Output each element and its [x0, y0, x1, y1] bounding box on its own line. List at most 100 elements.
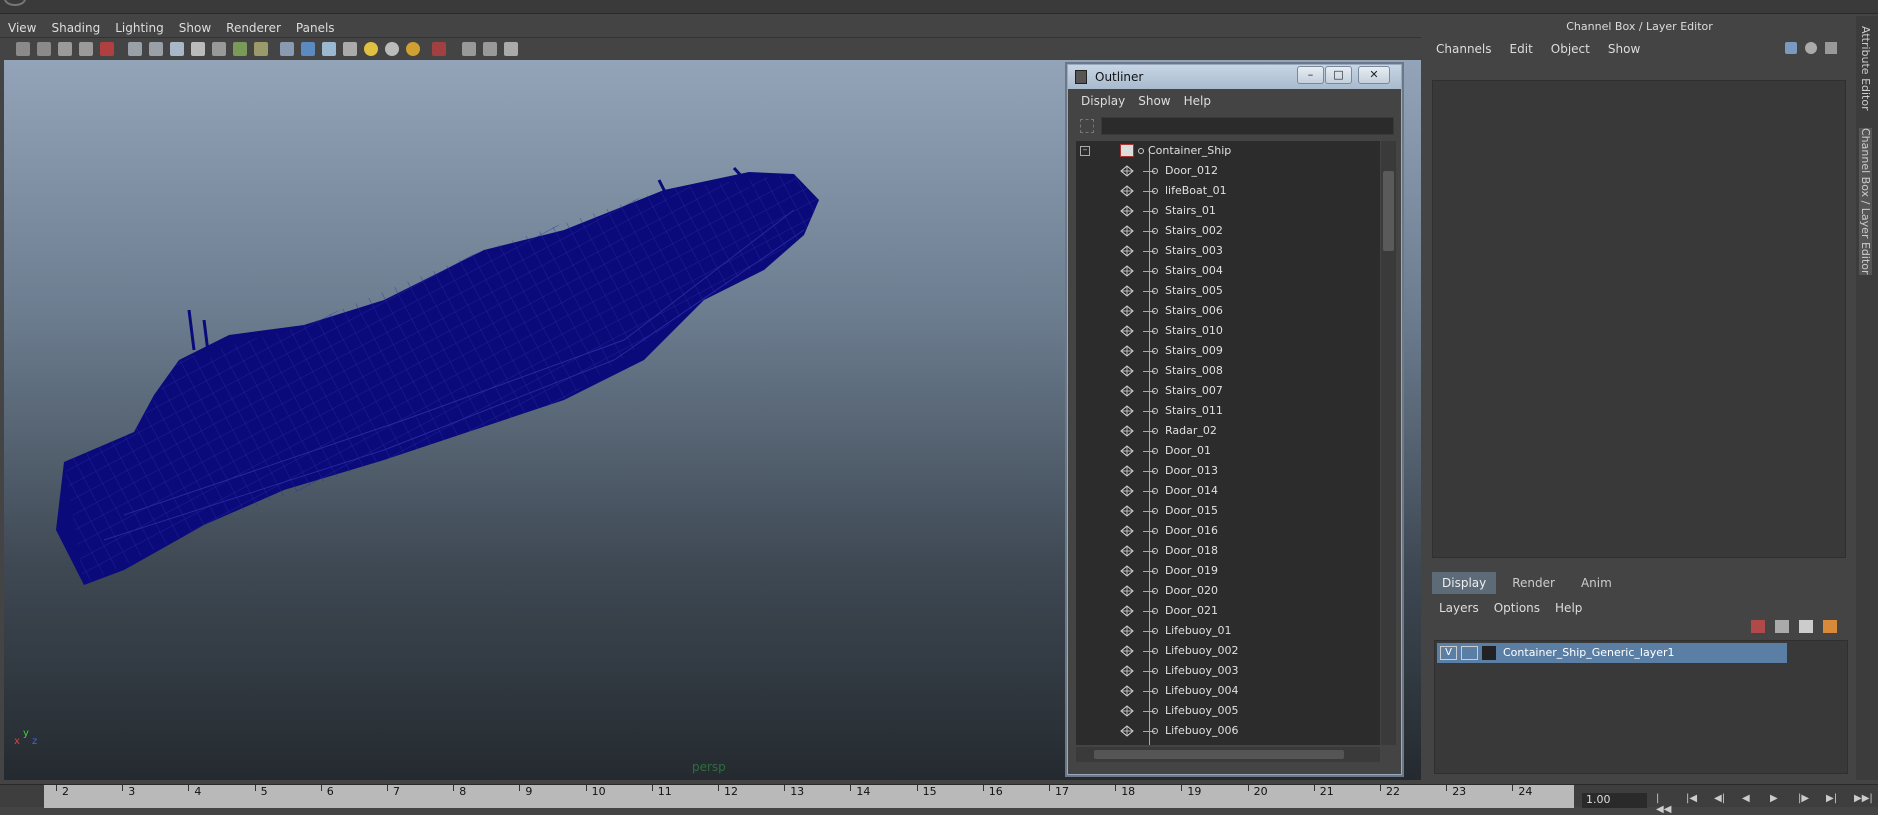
tree-row[interactable]: Lifebuoy_004 — [1076, 681, 1376, 701]
share-icon[interactable] — [504, 42, 518, 56]
cb-menu-edit[interactable]: Edit — [1500, 36, 1541, 56]
tab-render[interactable]: Render — [1502, 572, 1565, 594]
tree-row[interactable]: Door_020 — [1076, 581, 1376, 601]
textured-icon[interactable] — [343, 42, 357, 56]
scroll-thumb[interactable] — [1094, 750, 1344, 759]
resolution-gate-icon[interactable] — [170, 42, 184, 56]
tree-row[interactable]: Stairs_002 — [1076, 221, 1376, 241]
new-layer-selected-icon[interactable] — [1823, 620, 1837, 633]
hyper-icon[interactable] — [1825, 42, 1837, 54]
go-to-end-icon[interactable]: ▶▶| — [1854, 793, 1873, 808]
cb-menu-channels[interactable]: Channels — [1426, 36, 1500, 56]
manipulator-icon[interactable] — [1785, 42, 1797, 54]
image-plane-icon[interactable] — [79, 42, 93, 56]
camera-select-icon[interactable] — [16, 42, 30, 56]
collapse-icon[interactable]: – — [1080, 146, 1090, 156]
current-frame-field[interactable]: 1.00 — [1582, 793, 1647, 808]
filter-icon[interactable] — [1080, 119, 1094, 133]
layer-row[interactable]: V Container_Ship_Generic_layer1 — [1437, 643, 1787, 663]
ambient-occlusion-icon[interactable] — [406, 42, 420, 56]
tree-row[interactable]: Stairs_008 — [1076, 361, 1376, 381]
tree-row[interactable]: Lifebuoy_002 — [1076, 641, 1376, 661]
tree-row[interactable]: Lifebuoy_006 — [1076, 721, 1376, 741]
smooth-shade-icon[interactable] — [301, 42, 315, 56]
channel-list-area[interactable] — [1432, 80, 1846, 558]
move-layer-up-icon[interactable] — [1751, 620, 1765, 633]
tab-attribute-editor[interactable]: Attribute Editor — [1859, 26, 1872, 111]
tree-row[interactable]: Door_021 — [1076, 601, 1376, 621]
wireframe-icon[interactable] — [280, 42, 294, 56]
tree-row[interactable]: Stairs_009 — [1076, 341, 1376, 361]
menu-lighting[interactable]: Lighting — [107, 16, 171, 35]
tree-row[interactable]: Lifebuoy_005 — [1076, 701, 1376, 721]
tree-row[interactable]: Stairs_01 — [1076, 201, 1376, 221]
tree-row[interactable]: Stairs_003 — [1076, 241, 1376, 261]
isolate-select-icon[interactable] — [462, 42, 476, 56]
go-to-start-icon[interactable]: |◀◀ — [1656, 793, 1672, 815]
grease-pencil-icon[interactable] — [100, 42, 114, 56]
film-gate-icon[interactable] — [149, 42, 163, 56]
step-forward-key-icon[interactable]: ▶| — [1826, 793, 1842, 808]
tree-row[interactable]: Radar_02 — [1076, 421, 1376, 441]
grid-icon[interactable] — [128, 42, 142, 56]
cb-menu-show[interactable]: Show — [1598, 36, 1648, 56]
layer-visibility-toggle[interactable]: V — [1440, 646, 1457, 660]
safe-action-icon[interactable] — [233, 42, 247, 56]
tab-anim[interactable]: Anim — [1571, 572, 1622, 594]
layer-display-type-toggle[interactable] — [1461, 646, 1478, 660]
menu-panels[interactable]: Panels — [288, 16, 342, 35]
move-layer-down-icon[interactable] — [1775, 620, 1789, 633]
outliner-menu-show[interactable]: Show — [1125, 89, 1170, 108]
camera-attributes-icon[interactable] — [37, 42, 51, 56]
outliner-titlebar[interactable]: Outliner – □ ✕ — [1068, 65, 1401, 89]
wireframe-on-shaded-icon[interactable] — [322, 42, 336, 56]
step-back-frame-icon[interactable]: ◀| — [1714, 793, 1730, 808]
tree-row[interactable]: Stairs_007 — [1076, 381, 1376, 401]
menu-view[interactable]: View — [0, 16, 43, 35]
tree-row[interactable]: Door_012 — [1076, 161, 1376, 181]
layer-color-swatch[interactable] — [1482, 646, 1496, 660]
tree-row[interactable]: Door_018 — [1076, 541, 1376, 561]
play-backward-icon[interactable]: ◀ — [1742, 793, 1758, 808]
tree-row[interactable]: Stairs_011 — [1076, 401, 1376, 421]
layer-menu-layers[interactable]: Layers — [1430, 596, 1485, 615]
tree-row-root[interactable]: – Container_Ship — [1076, 141, 1376, 161]
close-button[interactable]: ✕ — [1358, 66, 1390, 84]
minimize-button[interactable]: – — [1297, 66, 1324, 84]
new-layer-icon[interactable] — [1799, 620, 1813, 633]
gate-mask-icon[interactable] — [191, 42, 205, 56]
tree-row[interactable]: Door_016 — [1076, 521, 1376, 541]
scroll-thumb[interactable] — [1383, 171, 1394, 251]
menu-shading[interactable]: Shading — [43, 16, 107, 35]
tree-row[interactable]: Door_014 — [1076, 481, 1376, 501]
layer-menu-options[interactable]: Options — [1485, 596, 1546, 615]
step-back-key-icon[interactable]: |◀ — [1686, 793, 1702, 808]
xray-icon[interactable] — [432, 42, 446, 56]
layer-menu-help[interactable]: Help — [1546, 596, 1588, 615]
tree-row[interactable]: Door_01 — [1076, 441, 1376, 461]
bookmarks-icon[interactable] — [58, 42, 72, 56]
outliner-menu-display[interactable]: Display — [1068, 89, 1125, 108]
menu-show[interactable]: Show — [171, 16, 218, 35]
safe-title-icon[interactable] — [254, 42, 268, 56]
tree-row[interactable]: Lifebuoy_003 — [1076, 661, 1376, 681]
time-ruler[interactable]: 2 3 4 5 6 7 8 9 10 11 12 13 14 15 16 17 18 19 20 21 22 23 24 — [44, 785, 1574, 808]
shadows-icon[interactable] — [385, 42, 399, 56]
tree-row[interactable]: Stairs_005 — [1076, 281, 1376, 301]
menu-renderer[interactable]: Renderer — [218, 16, 288, 35]
tab-display[interactable]: Display — [1432, 572, 1497, 594]
frame-all-icon[interactable] — [483, 42, 497, 56]
step-forward-frame-icon[interactable]: |▶ — [1798, 793, 1814, 808]
tree-row[interactable]: Stairs_004 — [1076, 261, 1376, 281]
speed-icon[interactable] — [1805, 42, 1817, 54]
tree-row[interactable]: Stairs_006 — [1076, 301, 1376, 321]
play-forward-icon[interactable]: ▶ — [1770, 793, 1786, 808]
outliner-search-input[interactable] — [1101, 117, 1394, 135]
tree-row[interactable]: Door_015 — [1076, 501, 1376, 521]
tree-row[interactable]: Lifebuoy_01 — [1076, 621, 1376, 641]
tab-channel-box[interactable]: Channel Box / Layer Editor — [1859, 128, 1872, 275]
tree-row[interactable]: Door_013 — [1076, 461, 1376, 481]
default-lighting-icon[interactable] — [364, 42, 378, 56]
tree-row[interactable]: Stairs_010 — [1076, 321, 1376, 341]
tree-row[interactable]: Door_019 — [1076, 561, 1376, 581]
